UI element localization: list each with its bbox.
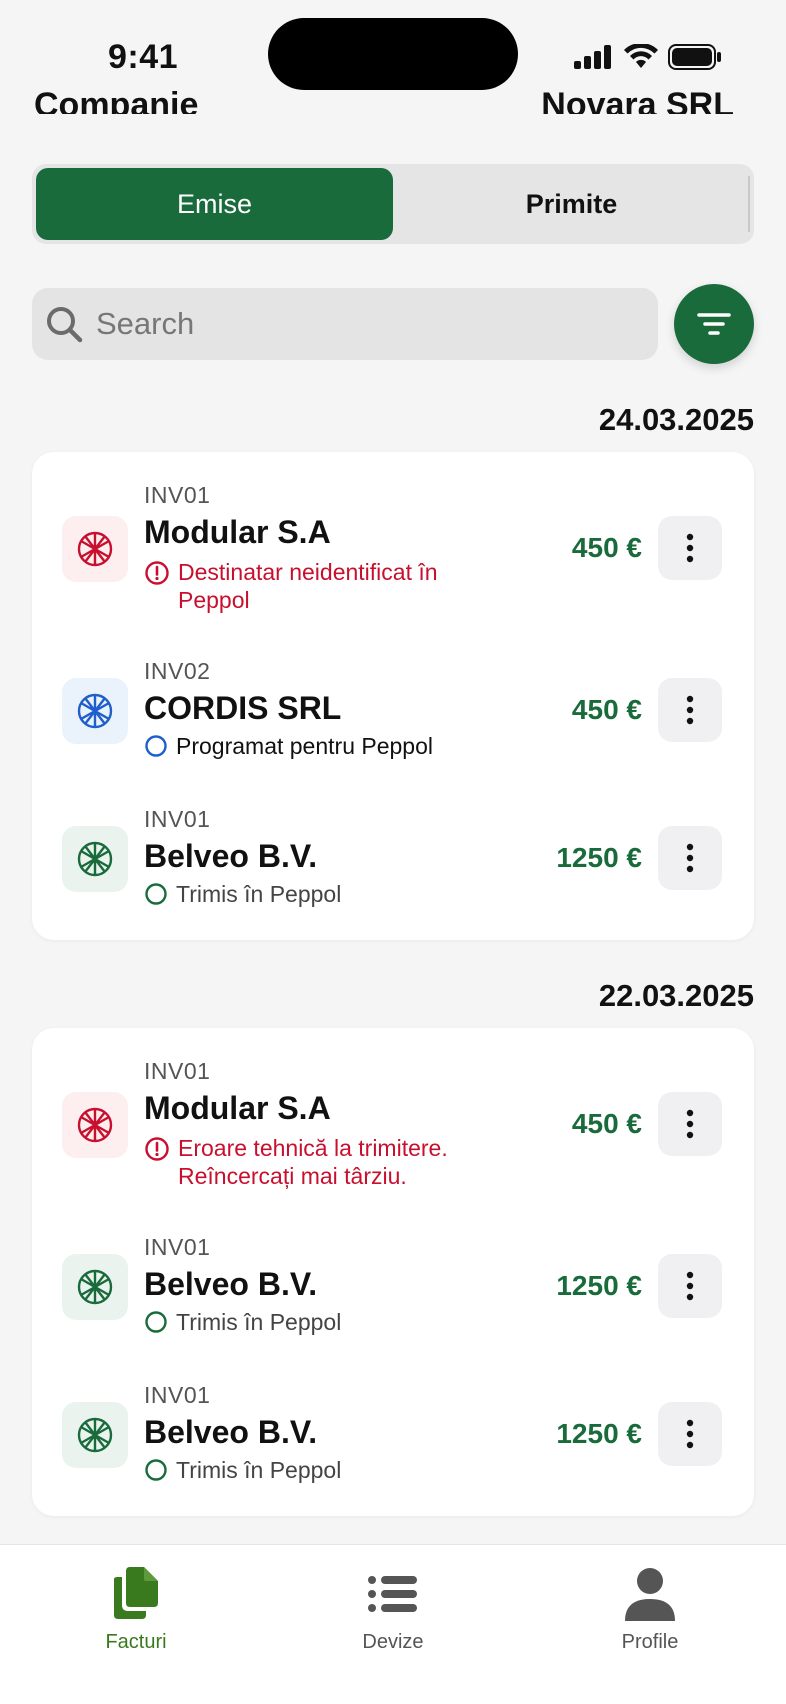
company-name: Modular S.A — [144, 1090, 331, 1126]
scrolled-header: Companie Novara SRL — [34, 80, 734, 114]
invoice-amount: 450 € — [571, 694, 642, 725]
search-input[interactable] — [96, 306, 616, 342]
more-vertical-icon — [686, 1419, 694, 1449]
error-icon — [145, 561, 169, 585]
more-options-button[interactable] — [658, 1092, 722, 1156]
date-heading: 22.03.2025 — [598, 978, 754, 1013]
list-icon — [368, 1576, 417, 1612]
invoice-row[interactable]: INV01 Belveo B.V. Trimis în Peppol 1250 … — [32, 780, 754, 940]
header-company-name: Novara SRL — [541, 86, 734, 114]
invoice-row[interactable]: INV02 CORDIS SRL Programat pentru Peppol… — [32, 632, 754, 780]
status-text: Peppol — [178, 587, 250, 613]
status-text: Reîncercați mai târziu. — [178, 1163, 407, 1189]
invoice-number: INV01 — [144, 482, 211, 508]
more-vertical-icon — [686, 695, 694, 725]
invoice-number: INV01 — [144, 1234, 211, 1260]
more-vertical-icon — [686, 1271, 694, 1301]
invoice-amount: 1250 € — [556, 842, 642, 873]
documents-icon — [114, 1567, 158, 1619]
status-circle-icon — [145, 735, 167, 757]
peppol-logo-icon — [62, 678, 128, 744]
error-icon — [145, 1137, 169, 1161]
segment-edge — [748, 176, 750, 232]
search-bar[interactable] — [32, 288, 658, 360]
cellular-signal-icon — [574, 45, 611, 69]
invoice-status: Programat pentru Peppol — [144, 732, 433, 760]
invoice-row[interactable]: INV01 Belveo B.V. Trimis în Peppol 1250 … — [32, 1208, 754, 1356]
company-name: Belveo B.V. — [144, 1414, 318, 1450]
more-options-button[interactable] — [658, 1254, 722, 1318]
status-text: Trimis în Peppol — [176, 1309, 342, 1335]
invoice-group-card: INV01 Modular S.A Eroare tehnică la trim… — [32, 1028, 754, 1516]
more-options-button[interactable] — [658, 516, 722, 580]
status-text: Eroare tehnică la trimitere. — [178, 1135, 448, 1161]
invoice-row[interactable]: INV01 Modular S.A Destinatar neidentific… — [32, 452, 754, 632]
peppol-logo-icon — [62, 1402, 128, 1468]
phone-screen: 9:41 Companie Novara SRL Emise Primite S… — [0, 0, 786, 1704]
invoice-row[interactable]: INV01 Belveo B.V. Trimis în Peppol 1250 … — [32, 1356, 754, 1516]
person-icon — [625, 1568, 675, 1621]
invoice-status: Eroare tehnică la trimitere. Reîncercați… — [144, 1134, 448, 1190]
wifi-icon — [624, 44, 658, 68]
status-text: Destinatar neidentificat în — [178, 559, 438, 585]
peppol-logo-icon — [62, 516, 128, 582]
tab-invoices[interactable]: Facturi — [36, 1565, 236, 1654]
invoice-amount: 450 € — [571, 532, 642, 563]
filter-icon — [697, 313, 731, 335]
tab-profile[interactable]: Profile — [550, 1565, 750, 1654]
invoice-number: INV01 — [144, 1058, 211, 1084]
peppol-logo-icon — [62, 1092, 128, 1158]
invoice-number: INV02 — [144, 658, 211, 684]
status-icons — [574, 44, 722, 70]
more-vertical-icon — [686, 533, 694, 563]
invoice-number: INV01 — [144, 1382, 211, 1408]
status-circle-icon — [145, 883, 167, 905]
battery-icon — [668, 44, 721, 70]
invoice-amount: 450 € — [571, 1108, 642, 1139]
peppol-logo-icon — [62, 826, 128, 892]
more-options-button[interactable] — [658, 826, 722, 890]
invoice-group-card: INV01 Modular S.A Destinatar neidentific… — [32, 452, 754, 940]
more-options-button[interactable] — [658, 678, 722, 742]
status-text: Trimis în Peppol — [176, 881, 342, 907]
invoice-type-segmented-control: Emise Primite — [32, 164, 754, 244]
invoice-number: INV01 — [144, 806, 211, 832]
tab-label: Profile — [621, 1631, 679, 1653]
tab-quotes[interactable]: Devize — [293, 1565, 493, 1654]
status-text: Programat pentru Peppol — [176, 733, 433, 759]
company-name: Belveo B.V. — [144, 838, 318, 874]
invoice-amount: 1250 € — [556, 1270, 642, 1301]
company-name: Belveo B.V. — [144, 1266, 318, 1302]
more-vertical-icon — [686, 843, 694, 873]
tab-label: Devize — [362, 1631, 424, 1653]
invoice-status: Destinatar neidentificat în Peppol — [144, 558, 438, 614]
status-circle-icon — [145, 1311, 167, 1333]
tab-label: Facturi — [105, 1631, 167, 1653]
filter-button[interactable] — [674, 284, 754, 364]
status-circle-icon — [145, 1459, 167, 1481]
more-options-button[interactable] — [658, 1402, 722, 1466]
invoice-status: Trimis în Peppol — [144, 1456, 341, 1484]
status-time: 9:41 — [108, 38, 179, 76]
invoice-status: Trimis în Peppol — [144, 880, 341, 908]
invoice-status: Trimis în Peppol — [144, 1308, 341, 1336]
header-label: Companie — [34, 86, 199, 114]
bottom-tab-bar: Facturi Devize Profile — [0, 1544, 786, 1704]
peppol-logo-icon — [62, 1254, 128, 1320]
date-heading: 24.03.2025 — [598, 402, 754, 437]
company-name: CORDIS SRL — [144, 690, 342, 726]
tab-issued[interactable]: Emise — [36, 168, 393, 240]
invoice-row[interactable]: INV01 Modular S.A Eroare tehnică la trim… — [32, 1028, 754, 1208]
status-text: Trimis în Peppol — [176, 1457, 342, 1483]
more-vertical-icon — [686, 1109, 694, 1139]
company-name: Modular S.A — [144, 514, 331, 550]
search-icon — [47, 307, 83, 343]
invoice-amount: 1250 € — [556, 1418, 642, 1449]
tab-received[interactable]: Primite — [393, 168, 750, 240]
